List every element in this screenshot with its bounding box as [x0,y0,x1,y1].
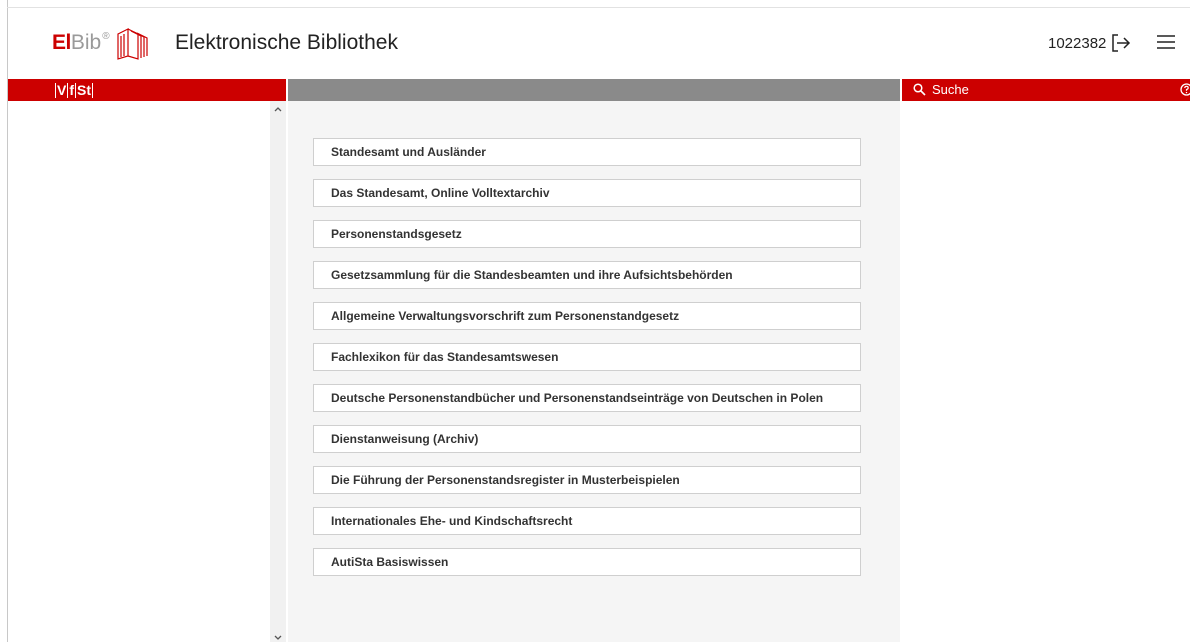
user-id: 1022382 [1048,35,1107,52]
chevron-down-icon[interactable] [274,635,282,641]
abbr-letter-v: V [55,82,67,98]
publication-abbreviation[interactable]: Vf St [55,82,94,98]
content-toolbar [288,79,900,101]
book-item[interactable]: Gesetzsammlung für die Standesbeamten un… [313,261,861,289]
logout-arrow-icon[interactable] [1111,34,1131,52]
search-panel [902,101,1190,642]
toc-panel [8,101,286,642]
book-item[interactable]: Die Führung der Personenstandsregister i… [313,466,861,494]
help-circle-icon[interactable] [1180,83,1190,96]
book-item[interactable]: Fachlexikon für das Standesamtswesen [313,343,861,371]
book-item[interactable]: Standesamt und Ausländer [313,138,861,166]
logo-el-text: El [52,31,71,54]
abbr-letter-f: f [67,82,75,98]
search-bar[interactable]: Suche [902,79,1190,101]
abbr-letter-st: St [75,82,94,98]
book-item[interactable]: Allgemeine Verwaltungsvorschrift zum Per… [313,302,861,330]
search-icon[interactable] [913,83,926,96]
book-item[interactable]: Deutsche Personenstandbücher und Persone… [313,384,861,412]
book-list: Standesamt und Ausländer Das Standesamt,… [313,138,861,589]
app-header: El Bib ® Elektronische Bibliothek 102238… [8,8,1190,78]
chevron-up-icon[interactable] [274,106,282,112]
book-item[interactable]: Dienstanweisung (Archiv) [313,425,861,453]
book-item[interactable]: AutiSta Basiswissen [313,548,861,576]
publication-bar: Vf St [8,79,286,101]
logo-bib-text: Bib [70,31,102,54]
books-logo-icon [116,28,148,60]
book-item[interactable]: Internationales Ehe- und Kindschaftsrech… [313,507,861,535]
book-item[interactable]: Das Standesamt, Online Volltextarchiv [313,179,861,207]
book-item[interactable]: Personenstandsgesetz [313,220,861,248]
hamburger-menu-icon[interactable] [1157,34,1175,50]
toc-scrollbar[interactable] [270,101,286,642]
elbib-logo[interactable]: El Bib ® [52,26,151,60]
logo-registered-mark: ® [102,30,110,42]
app-window: El Bib ® Elektronische Bibliothek 102238… [0,0,1190,642]
app-title: Elektronische Bibliothek [175,31,398,54]
search-label[interactable]: Suche [932,82,969,97]
library-content: Standesamt und Ausländer Das Standesamt,… [288,101,900,642]
